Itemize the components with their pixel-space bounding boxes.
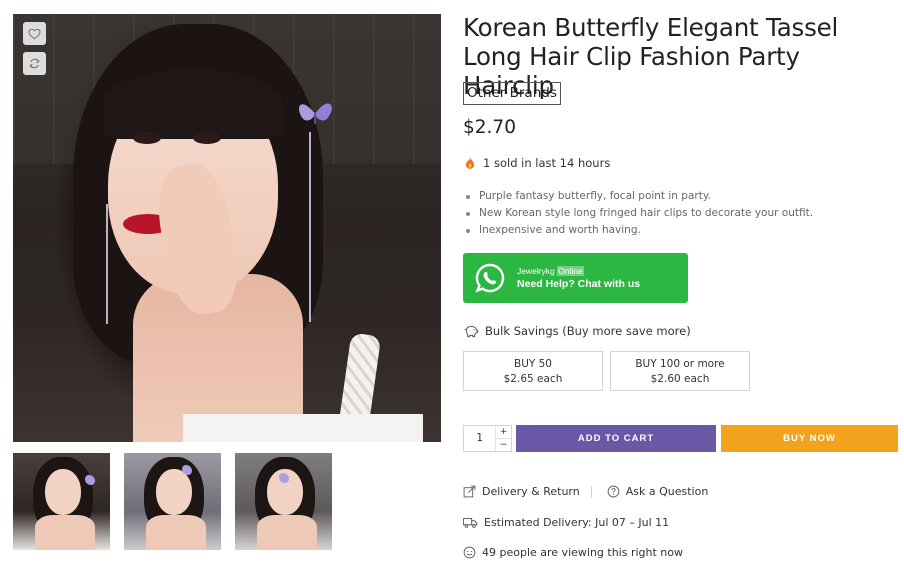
product-price: $2.70: [463, 117, 516, 138]
heart-icon: [28, 28, 41, 40]
bulk-savings: Bulk Savings (Buy more save more): [464, 324, 691, 338]
fire-icon: [465, 157, 475, 169]
sold-text: 1 sold in last 14 hours: [483, 156, 611, 170]
truck-icon: [463, 518, 478, 528]
whatsapp-icon: [475, 263, 505, 293]
whatsapp-chat-button[interactable]: Jewelrykg Online Need Help? Chat with us: [463, 253, 688, 303]
question-icon: [607, 485, 620, 498]
live-viewers: 49 people are viewing this right now: [463, 546, 683, 559]
thumb-body: [146, 515, 206, 550]
tier-qty: BUY 50: [513, 358, 552, 370]
sold-recently: 1 sold in last 14 hours: [463, 156, 610, 170]
thumbnail-2[interactable]: [124, 453, 221, 550]
wishlist-button[interactable]: [23, 22, 46, 45]
main-product-image[interactable]: [13, 14, 441, 442]
model-eye-left: [133, 132, 161, 144]
bulk-label: Bulk Savings (Buy more save more): [485, 324, 691, 338]
smiley-icon: [463, 546, 476, 559]
whatsapp-text: Jewelrykg Online Need Help? Chat with us: [517, 265, 640, 291]
thumbnail-1[interactable]: [13, 453, 110, 550]
tier-price: $2.65 each: [503, 372, 563, 385]
brand-link[interactable]: Other Brands: [463, 82, 561, 105]
model-bangs: [103, 69, 283, 139]
support-links: Delivery & Return Ask a Question: [463, 485, 708, 498]
estimated-delivery-text: Estimated Delivery: Jul 07 – Jul 11: [484, 516, 670, 529]
quantity-controls: + −: [496, 426, 511, 451]
feature-list: Purple fantasy butterfly, focal point in…: [465, 188, 813, 239]
thumb-butterfly: [85, 475, 95, 485]
bulk-tier-100[interactable]: BUY 100 or more $2.60 each: [610, 351, 750, 391]
quantity-input[interactable]: 1: [464, 426, 497, 451]
ask-question-link[interactable]: Ask a Question: [626, 485, 709, 498]
compare-button[interactable]: [23, 52, 46, 75]
divider: [590, 485, 592, 498]
tassel-chain: [309, 132, 311, 322]
piggy-bank-icon: [464, 326, 479, 338]
feature-item: Inexpensive and worth having.: [465, 222, 813, 239]
tassel-chain: [106, 204, 108, 324]
delivery-return-icon: [463, 485, 476, 498]
thumbnail-3[interactable]: [235, 453, 332, 550]
online-status: Online: [557, 266, 584, 276]
estimated-delivery: Estimated Delivery: Jul 07 – Jul 11: [463, 516, 669, 529]
thumb-face: [156, 469, 192, 515]
tier-qty: BUY 100 or more: [635, 358, 725, 370]
buy-now-button[interactable]: BUY NOW: [721, 425, 898, 452]
dress: [183, 414, 423, 442]
tier-price: $2.60 each: [650, 372, 710, 385]
model-eye-right: [193, 132, 221, 144]
quantity-stepper[interactable]: 1 + −: [463, 425, 512, 452]
whatsapp-cta: Need Help? Chat with us: [517, 278, 641, 290]
whatsapp-agent: Jewelrykg Online: [517, 265, 640, 277]
feature-item: Purple fantasy butterfly, focal point in…: [465, 188, 813, 205]
butterfly-clip: [298, 103, 332, 124]
delivery-return-link[interactable]: Delivery & Return: [482, 485, 580, 498]
increment-button[interactable]: +: [496, 426, 511, 438]
agent-name: Jewelrykg: [517, 266, 555, 276]
bulk-tier-50[interactable]: BUY 50 $2.65 each: [463, 351, 603, 391]
add-to-cart-button[interactable]: ADD TO CART: [516, 425, 716, 452]
thumb-body: [257, 515, 317, 550]
feature-item: New Korean style long fringed hair clips…: [465, 205, 813, 222]
viewing-text: 49 people are viewing this right now: [482, 546, 684, 559]
refresh-icon: [29, 58, 40, 69]
decrement-button[interactable]: −: [496, 438, 511, 451]
thumb-body: [35, 515, 95, 550]
thumb-face: [45, 469, 81, 515]
thumb-butterfly: [279, 473, 289, 483]
thumb-butterfly: [182, 465, 192, 475]
